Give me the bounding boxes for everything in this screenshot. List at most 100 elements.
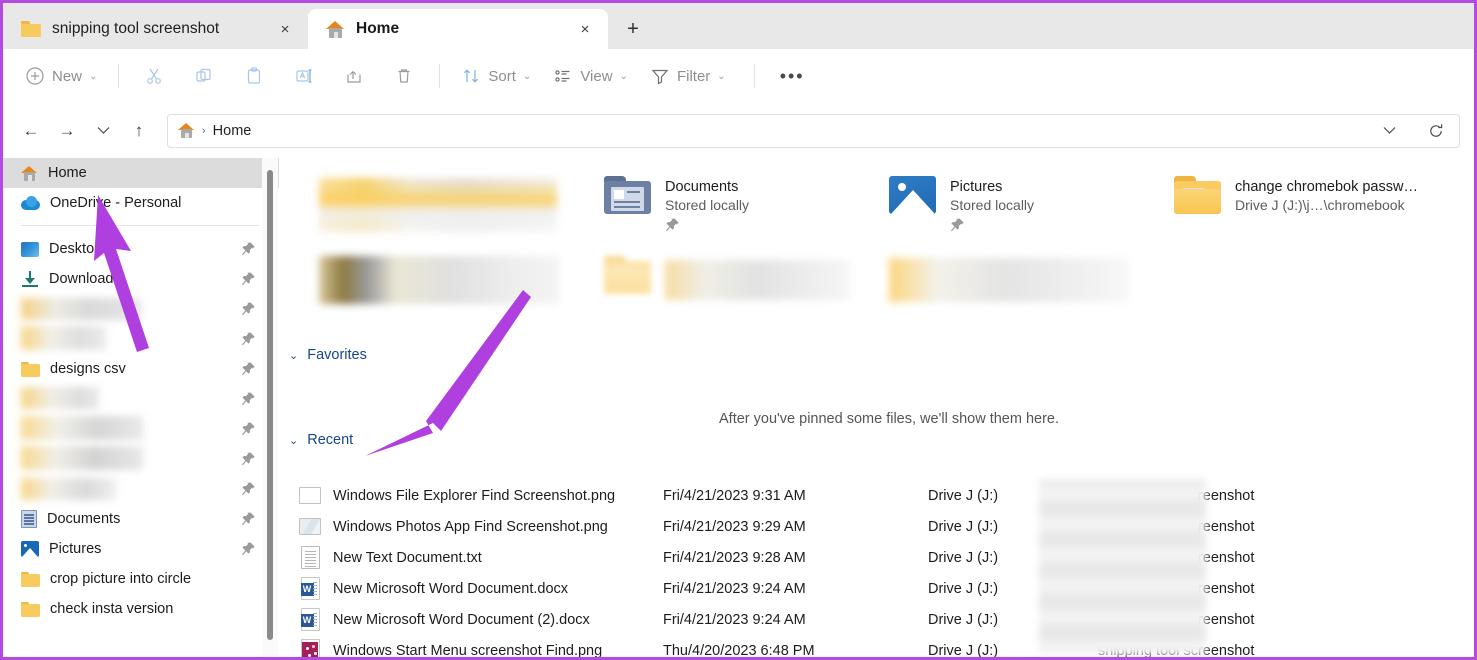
- quick-access-tile-blurred[interactable]: [319, 250, 604, 322]
- favorites-empty-message: After you've pinned some files, we'll sh…: [719, 411, 1060, 427]
- sidebar-item-check-insta-version[interactable]: check insta version: [3, 594, 279, 624]
- sidebar-item-pictures[interactable]: Pictures: [3, 534, 279, 564]
- pin-icon[interactable]: [241, 512, 255, 526]
- explorer-body: Home OneDrive - Personal Desktop Downloa…: [3, 158, 1474, 657]
- cut-icon: [144, 66, 164, 86]
- file-drive: Drive J (J:): [928, 487, 999, 504]
- view-button[interactable]: View ⌄: [543, 58, 638, 94]
- pin-icon[interactable]: [241, 452, 255, 466]
- sidebar-item-blurred[interactable]: [3, 474, 279, 504]
- table-row[interactable]: W New Microsoft Word Document (2).docx F…: [279, 604, 1474, 635]
- pin-icon[interactable]: [950, 218, 964, 232]
- delete-button[interactable]: [380, 58, 428, 94]
- filter-icon: [650, 66, 670, 86]
- back-button[interactable]: ←: [13, 113, 49, 149]
- quick-access-tile-change-chromebok-password[interactable]: change chromebok passw… Drive J (J:)\j…\…: [1174, 170, 1464, 250]
- pin-icon[interactable]: [241, 422, 255, 436]
- desktop-icon: [21, 241, 39, 257]
- quick-access-tile-documents[interactable]: Documents Stored locally: [604, 170, 889, 250]
- filter-button[interactable]: Filter ⌄: [640, 58, 736, 94]
- table-row[interactable]: Windows Photos App Find Screenshot.png F…: [279, 511, 1474, 542]
- close-icon[interactable]: ×: [274, 18, 296, 40]
- file-date: Fri/4/21/2023 9:24 AM: [663, 580, 806, 597]
- sidebar-scrollbar-thumb[interactable]: [267, 170, 273, 640]
- sidebar-item-blurred[interactable]: [3, 414, 279, 444]
- recent-locations-button[interactable]: [85, 113, 121, 149]
- sidebar-item-home[interactable]: Home: [3, 158, 279, 188]
- breadcrumb-dropdown-button[interactable]: [1374, 117, 1404, 145]
- sidebar-item-documents[interactable]: Documents: [3, 504, 279, 534]
- start-menu-icon: [279, 639, 333, 657]
- folder-icon: [21, 361, 40, 377]
- up-button[interactable]: ↑: [121, 113, 157, 149]
- ellipsis-icon: •••: [779, 65, 805, 86]
- sidebar-item-blurred[interactable]: [3, 294, 279, 324]
- table-row[interactable]: New Text Document.txt Fri/4/21/2023 9:28…: [279, 542, 1474, 573]
- sidebar-item-label: Pictures: [49, 541, 102, 557]
- command-toolbar: New ⌄ Sort ⌄ View ⌄ Filter ⌄ •••: [3, 49, 1474, 103]
- table-row[interactable]: Windows Start Menu screenshot Find.png T…: [279, 635, 1474, 657]
- tab-home[interactable]: Home ×: [308, 9, 608, 49]
- section-header-favorites[interactable]: ⌄ Favorites: [289, 347, 367, 363]
- file-date: Fri/4/21/2023 9:31 AM: [663, 487, 806, 504]
- tab-snipping-tool-screenshot[interactable]: snipping tool screenshot ×: [3, 9, 308, 49]
- pictures-icon: [21, 541, 39, 557]
- pin-icon[interactable]: [241, 272, 255, 286]
- file-drive: Drive J (J:): [928, 611, 999, 628]
- refresh-button[interactable]: [1421, 117, 1451, 145]
- recent-files-list: Windows File Explorer Find Screenshot.pn…: [279, 480, 1474, 657]
- sidebar-item-onedrive[interactable]: OneDrive - Personal: [3, 188, 279, 218]
- rename-button[interactable]: [280, 58, 328, 94]
- close-icon[interactable]: ×: [574, 18, 596, 40]
- home-icon: [178, 123, 195, 138]
- sidebar-item-blurred[interactable]: [3, 444, 279, 474]
- chevron-down-icon: ⌄: [522, 70, 532, 82]
- pin-icon[interactable]: [241, 332, 255, 346]
- file-date: Fri/4/21/2023 9:28 AM: [663, 549, 806, 566]
- breadcrumb[interactable]: › Home: [167, 113, 1460, 148]
- pictures-folder-icon: [889, 176, 936, 214]
- tile-name: change chromebok passw…: [1235, 179, 1418, 195]
- breadcrumb-item-home[interactable]: Home: [213, 123, 252, 139]
- cloud-icon: [21, 196, 40, 210]
- quick-access-tile-blurred[interactable]: [604, 250, 889, 322]
- sidebar-item-downloads[interactable]: Downloads: [3, 264, 279, 294]
- share-button[interactable]: [330, 58, 378, 94]
- sidebar-item-designs-csv[interactable]: designs csv: [3, 354, 279, 384]
- forward-button[interactable]: →: [49, 113, 85, 149]
- sidebar-item-crop-picture-into-circle[interactable]: crop picture into circle: [3, 564, 279, 594]
- file-drive: Drive J (J:): [928, 549, 999, 566]
- sidebar-item-blurred[interactable]: [3, 384, 279, 414]
- paste-button[interactable]: [230, 58, 278, 94]
- file-name: Windows Photos App Find Screenshot.png: [333, 518, 608, 535]
- pin-icon[interactable]: [241, 482, 255, 496]
- pin-icon[interactable]: [241, 302, 255, 316]
- quick-access-tile-blurred[interactable]: [1174, 250, 1464, 322]
- cut-button[interactable]: [130, 58, 178, 94]
- new-button[interactable]: New ⌄: [15, 58, 107, 94]
- pin-icon[interactable]: [241, 542, 255, 556]
- tab-label: Home: [356, 20, 400, 37]
- file-date: Fri/4/21/2023 9:24 AM: [663, 611, 806, 628]
- chevron-down-icon: ⌄: [289, 434, 299, 447]
- pin-icon[interactable]: [241, 392, 255, 406]
- table-row[interactable]: Windows File Explorer Find Screenshot.pn…: [279, 480, 1474, 511]
- tab-bar: snipping tool screenshot × Home × +: [3, 3, 1474, 49]
- sidebar-item-blurred[interactable]: [3, 324, 279, 354]
- new-tab-button[interactable]: +: [616, 12, 650, 46]
- pin-icon[interactable]: [241, 362, 255, 376]
- quick-access-tile-blurred[interactable]: [889, 250, 1174, 322]
- sort-label: Sort: [488, 67, 516, 85]
- paste-icon: [244, 66, 264, 86]
- pin-icon[interactable]: [241, 242, 255, 256]
- table-row[interactable]: W New Microsoft Word Document.docx Fri/4…: [279, 573, 1474, 604]
- pin-icon[interactable]: [665, 218, 679, 232]
- tile-name: Pictures: [950, 179, 1003, 195]
- copy-button[interactable]: [180, 58, 228, 94]
- quick-access-tile-blurred[interactable]: [319, 170, 604, 250]
- sidebar-item-desktop[interactable]: Desktop: [3, 234, 279, 264]
- quick-access-tile-pictures[interactable]: Pictures Stored locally: [889, 170, 1174, 250]
- overflow-menu-button[interactable]: •••: [766, 58, 819, 94]
- sort-button[interactable]: Sort ⌄: [451, 58, 541, 94]
- section-header-recent[interactable]: ⌄ Recent: [289, 432, 353, 448]
